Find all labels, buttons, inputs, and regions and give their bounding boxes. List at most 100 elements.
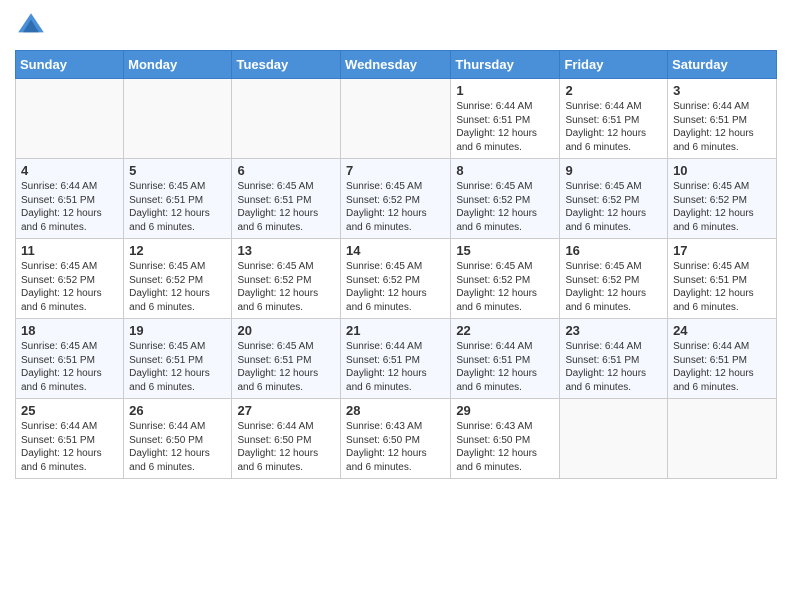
calendar-table: SundayMondayTuesdayWednesdayThursdayFrid…	[15, 50, 777, 479]
day-info: Sunrise: 6:45 AM Sunset: 6:51 PM Dayligh…	[129, 340, 226, 394]
day-cell: 2 Sunrise: 6:44 AM Sunset: 6:51 PM Daylig…	[560, 79, 668, 159]
day-cell: 8 Sunrise: 6:45 AM Sunset: 6:52 PM Daylig…	[451, 159, 560, 239]
day-cell: 4Sunrise: 6:44 AM Sunset: 6:51 PM Daylig…	[16, 159, 124, 239]
day-info: Sunrise: 6:43 AM Sunset: 6:50 PM Dayligh…	[456, 420, 554, 474]
day-cell: 15 Sunrise: 6:45 AM Sunset: 6:52 PM Dayli…	[451, 239, 560, 319]
day-info: Sunrise: 6:45 AM Sunset: 6:52 PM Dayligh…	[456, 180, 554, 234]
day-number: 25	[21, 403, 118, 418]
day-number: 12	[129, 243, 226, 258]
day-cell: 20 Sunrise: 6:45 AM Sunset: 6:51 PM Dayli…	[232, 319, 341, 399]
day-number: 1	[456, 83, 554, 98]
day-info: Sunrise: 6:45 AM Sunset: 6:52 PM Dayligh…	[673, 180, 771, 234]
day-number: 17	[673, 243, 771, 258]
week-row-2: 4Sunrise: 6:44 AM Sunset: 6:51 PM Daylig…	[16, 159, 777, 239]
day-info: Sunrise: 6:44 AM Sunset: 6:51 PM Dayligh…	[673, 340, 771, 394]
day-info: Sunrise: 6:45 AM Sunset: 6:52 PM Dayligh…	[565, 180, 662, 234]
logo	[15, 10, 51, 42]
day-cell: 3 Sunrise: 6:44 AM Sunset: 6:51 PM Daylig…	[668, 79, 777, 159]
day-info: Sunrise: 6:45 AM Sunset: 6:52 PM Dayligh…	[21, 260, 118, 314]
weekday-header-sunday: Sunday	[16, 51, 124, 79]
day-number: 3	[673, 83, 771, 98]
day-number: 7	[346, 163, 445, 178]
day-info: Sunrise: 6:45 AM Sunset: 6:51 PM Dayligh…	[237, 340, 335, 394]
day-cell: 21 Sunrise: 6:44 AM Sunset: 6:51 PM Dayli…	[341, 319, 451, 399]
weekday-header-tuesday: Tuesday	[232, 51, 341, 79]
day-number: 18	[21, 323, 118, 338]
day-number: 20	[237, 323, 335, 338]
day-info: Sunrise: 6:45 AM Sunset: 6:52 PM Dayligh…	[456, 260, 554, 314]
day-number: 29	[456, 403, 554, 418]
week-row-3: 11 Sunrise: 6:45 AM Sunset: 6:52 PM Dayli…	[16, 239, 777, 319]
day-number: 9	[565, 163, 662, 178]
day-info: Sunrise: 6:44 AM Sunset: 6:51 PM Dayligh…	[565, 100, 662, 154]
day-info: Sunrise: 6:44 AM Sunset: 6:50 PM Dayligh…	[129, 420, 226, 474]
day-cell: 29 Sunrise: 6:43 AM Sunset: 6:50 PM Dayli…	[451, 399, 560, 479]
day-info: Sunrise: 6:43 AM Sunset: 6:50 PM Dayligh…	[346, 420, 445, 474]
day-cell	[668, 399, 777, 479]
day-info: Sunrise: 6:44 AM Sunset: 6:51 PM Dayligh…	[456, 340, 554, 394]
day-number: 26	[129, 403, 226, 418]
day-info: Sunrise: 6:44 AM Sunset: 6:51 PM Dayligh…	[346, 340, 445, 394]
day-cell: 23Sunrise: 6:44 AM Sunset: 6:51 PM Dayli…	[560, 319, 668, 399]
week-row-4: 18 Sunrise: 6:45 AM Sunset: 6:51 PM Dayli…	[16, 319, 777, 399]
day-cell	[16, 79, 124, 159]
day-info: Sunrise: 6:45 AM Sunset: 6:51 PM Dayligh…	[237, 180, 335, 234]
day-cell: 1 Sunrise: 6:44 AM Sunset: 6:51 PM Daylig…	[451, 79, 560, 159]
day-cell: 11 Sunrise: 6:45 AM Sunset: 6:52 PM Dayli…	[16, 239, 124, 319]
day-number: 14	[346, 243, 445, 258]
day-cell: 27Sunrise: 6:44 AM Sunset: 6:50 PM Dayli…	[232, 399, 341, 479]
day-number: 5	[129, 163, 226, 178]
day-number: 10	[673, 163, 771, 178]
day-cell: 13 Sunrise: 6:45 AM Sunset: 6:52 PM Dayli…	[232, 239, 341, 319]
day-number: 13	[237, 243, 335, 258]
day-cell	[341, 79, 451, 159]
weekday-header-saturday: Saturday	[668, 51, 777, 79]
day-cell	[124, 79, 232, 159]
day-cell: 19 Sunrise: 6:45 AM Sunset: 6:51 PM Dayli…	[124, 319, 232, 399]
week-row-5: 25 Sunrise: 6:44 AM Sunset: 6:51 PM Dayli…	[16, 399, 777, 479]
day-number: 22	[456, 323, 554, 338]
day-number: 24	[673, 323, 771, 338]
weekday-header-thursday: Thursday	[451, 51, 560, 79]
header	[15, 10, 777, 42]
logo-icon	[15, 10, 47, 42]
day-cell: 10 Sunrise: 6:45 AM Sunset: 6:52 PM Dayli…	[668, 159, 777, 239]
day-cell: 17 Sunrise: 6:45 AM Sunset: 6:51 PM Dayli…	[668, 239, 777, 319]
day-number: 2	[565, 83, 662, 98]
day-number: 16	[565, 243, 662, 258]
day-info: Sunrise: 6:45 AM Sunset: 6:52 PM Dayligh…	[346, 180, 445, 234]
day-cell: 6 Sunrise: 6:45 AM Sunset: 6:51 PM Daylig…	[232, 159, 341, 239]
day-cell: 22 Sunrise: 6:44 AM Sunset: 6:51 PM Dayli…	[451, 319, 560, 399]
day-number: 15	[456, 243, 554, 258]
day-info: Sunrise: 6:44 AM Sunset: 6:50 PM Dayligh…	[237, 420, 335, 474]
weekday-header-monday: Monday	[124, 51, 232, 79]
day-cell: 12Sunrise: 6:45 AM Sunset: 6:52 PM Dayli…	[124, 239, 232, 319]
day-info: Sunrise: 6:45 AM Sunset: 6:51 PM Dayligh…	[129, 180, 226, 234]
day-number: 11	[21, 243, 118, 258]
week-row-1: 1 Sunrise: 6:44 AM Sunset: 6:51 PM Daylig…	[16, 79, 777, 159]
weekday-header-wednesday: Wednesday	[341, 51, 451, 79]
day-cell	[232, 79, 341, 159]
day-number: 19	[129, 323, 226, 338]
day-info: Sunrise: 6:44 AM Sunset: 6:51 PM Dayligh…	[565, 340, 662, 394]
page: SundayMondayTuesdayWednesdayThursdayFrid…	[0, 0, 792, 612]
day-number: 4	[21, 163, 118, 178]
day-info: Sunrise: 6:45 AM Sunset: 6:52 PM Dayligh…	[237, 260, 335, 314]
day-cell: 5 Sunrise: 6:45 AM Sunset: 6:51 PM Daylig…	[124, 159, 232, 239]
day-cell: 18Sunrise: 6:45 AM Sunset: 6:51 PM Dayli…	[16, 319, 124, 399]
day-cell: 9 Sunrise: 6:45 AM Sunset: 6:52 PM Daylig…	[560, 159, 668, 239]
day-cell: 16Sunrise: 6:45 AM Sunset: 6:52 PM Dayli…	[560, 239, 668, 319]
day-cell	[560, 399, 668, 479]
day-cell: 26 Sunrise: 6:44 AM Sunset: 6:50 PM Dayli…	[124, 399, 232, 479]
day-number: 6	[237, 163, 335, 178]
day-info: Sunrise: 6:44 AM Sunset: 6:51 PM Dayligh…	[673, 100, 771, 154]
day-info: Sunrise: 6:44 AM Sunset: 6:51 PM Dayligh…	[21, 420, 118, 474]
day-cell: 28 Sunrise: 6:43 AM Sunset: 6:50 PM Dayli…	[341, 399, 451, 479]
day-cell: 7 Sunrise: 6:45 AM Sunset: 6:52 PM Daylig…	[341, 159, 451, 239]
day-info: Sunrise: 6:44 AM Sunset: 6:51 PM Dayligh…	[456, 100, 554, 154]
day-number: 21	[346, 323, 445, 338]
day-info: Sunrise: 6:45 AM Sunset: 6:51 PM Dayligh…	[673, 260, 771, 314]
day-number: 28	[346, 403, 445, 418]
weekday-header-row: SundayMondayTuesdayWednesdayThursdayFrid…	[16, 51, 777, 79]
day-number: 8	[456, 163, 554, 178]
